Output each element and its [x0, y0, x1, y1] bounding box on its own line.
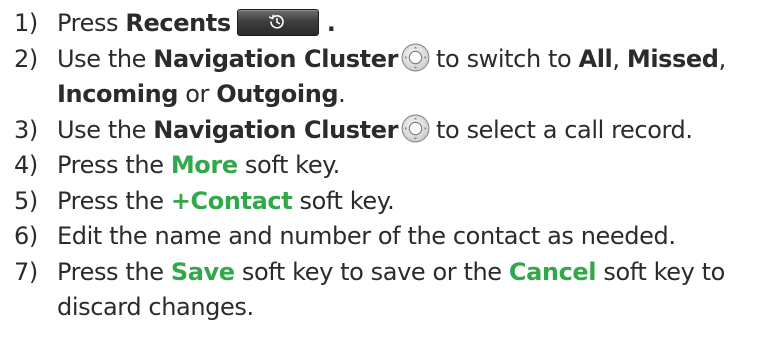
- bold-term: Navigation Cluster: [153, 115, 399, 144]
- step-text-run: to select a call record.: [436, 115, 693, 144]
- bold-term: Missed: [626, 44, 719, 73]
- step-text-run: Press: [57, 9, 126, 37]
- step-text-run: ,: [612, 44, 627, 73]
- step-text-run: .: [338, 80, 346, 108]
- step-text-run: Use the: [57, 44, 154, 73]
- step-number: 3): [14, 115, 38, 144]
- step-text-run: Use the: [57, 115, 154, 144]
- bold-term: .: [326, 9, 336, 37]
- step-5: 5) Press the +Contact soft key.: [14, 184, 780, 220]
- step-2: 2) Use the Navigation Cluster to switch to…: [14, 42, 780, 113]
- step-text-run: soft key.: [237, 151, 340, 179]
- bold-term: Incoming: [57, 80, 179, 108]
- step-text: Press the +Contact soft key.: [57, 184, 780, 220]
- step-7: 7) Press the Save soft key to save or the…: [14, 255, 780, 326]
- step-text: Use the Navigation Cluster to select a ca…: [57, 113, 780, 149]
- step-number: 7): [14, 257, 38, 286]
- step-number: 1): [14, 9, 38, 37]
- step-4: 4) Press the More soft key.: [14, 148, 780, 184]
- step-text-run: Edit the name and number of the contact …: [57, 222, 676, 250]
- step-text-run: ,: [718, 44, 727, 73]
- recents-key-icon: [236, 8, 319, 36]
- step-text-run: Press the: [57, 257, 171, 286]
- step-text-run: to switch to: [436, 44, 579, 73]
- step-text-run: soft key to: [596, 257, 725, 286]
- step-text: Edit the name and number of the contact …: [57, 219, 780, 255]
- navigation-cluster-icon: [401, 43, 430, 72]
- softkey-label: More: [170, 151, 238, 179]
- navigation-cluster-icon: [401, 114, 430, 143]
- step-text: Press the More soft key.: [57, 148, 780, 184]
- step-text-run: soft key to save or the: [234, 257, 509, 286]
- bold-term: Navigation Cluster: [153, 44, 399, 73]
- step-number: 6): [14, 222, 38, 250]
- step-text-run: Press the: [57, 186, 171, 215]
- bold-term: Recents: [125, 9, 231, 37]
- step-text: discard changes.: [57, 290, 780, 326]
- step-text: Use the Navigation Cluster to switch to A…: [57, 42, 780, 78]
- softkey-label: +Contact: [170, 186, 293, 215]
- bold-term: All: [578, 44, 613, 73]
- step-text-run: soft key.: [292, 186, 395, 215]
- step-1: 1) Press Recents.: [14, 6, 780, 42]
- step-text-run: Press the: [57, 151, 171, 179]
- softkey-label: Cancel: [508, 257, 597, 286]
- bold-term: Outgoing: [216, 80, 339, 108]
- step-text: Press the Save soft key to save or the C…: [57, 255, 780, 291]
- instruction-steps: 1) Press Recents. 2) Use the Navigation Clu…: [14, 6, 780, 326]
- step-number: 2): [14, 44, 38, 73]
- step-text: Incoming or Outgoing.: [57, 77, 780, 113]
- step-6: 6) Edit the name and number of the contac…: [14, 219, 780, 255]
- step-text-run: or: [178, 80, 217, 108]
- step-3: 3) Use the Navigation Cluster to select a …: [14, 113, 780, 149]
- step-text-run: discard changes.: [57, 293, 254, 321]
- step-text: Press Recents.: [57, 6, 780, 42]
- softkey-label: Save: [170, 257, 235, 286]
- step-number: 5): [14, 186, 38, 215]
- step-number: 4): [14, 151, 38, 179]
